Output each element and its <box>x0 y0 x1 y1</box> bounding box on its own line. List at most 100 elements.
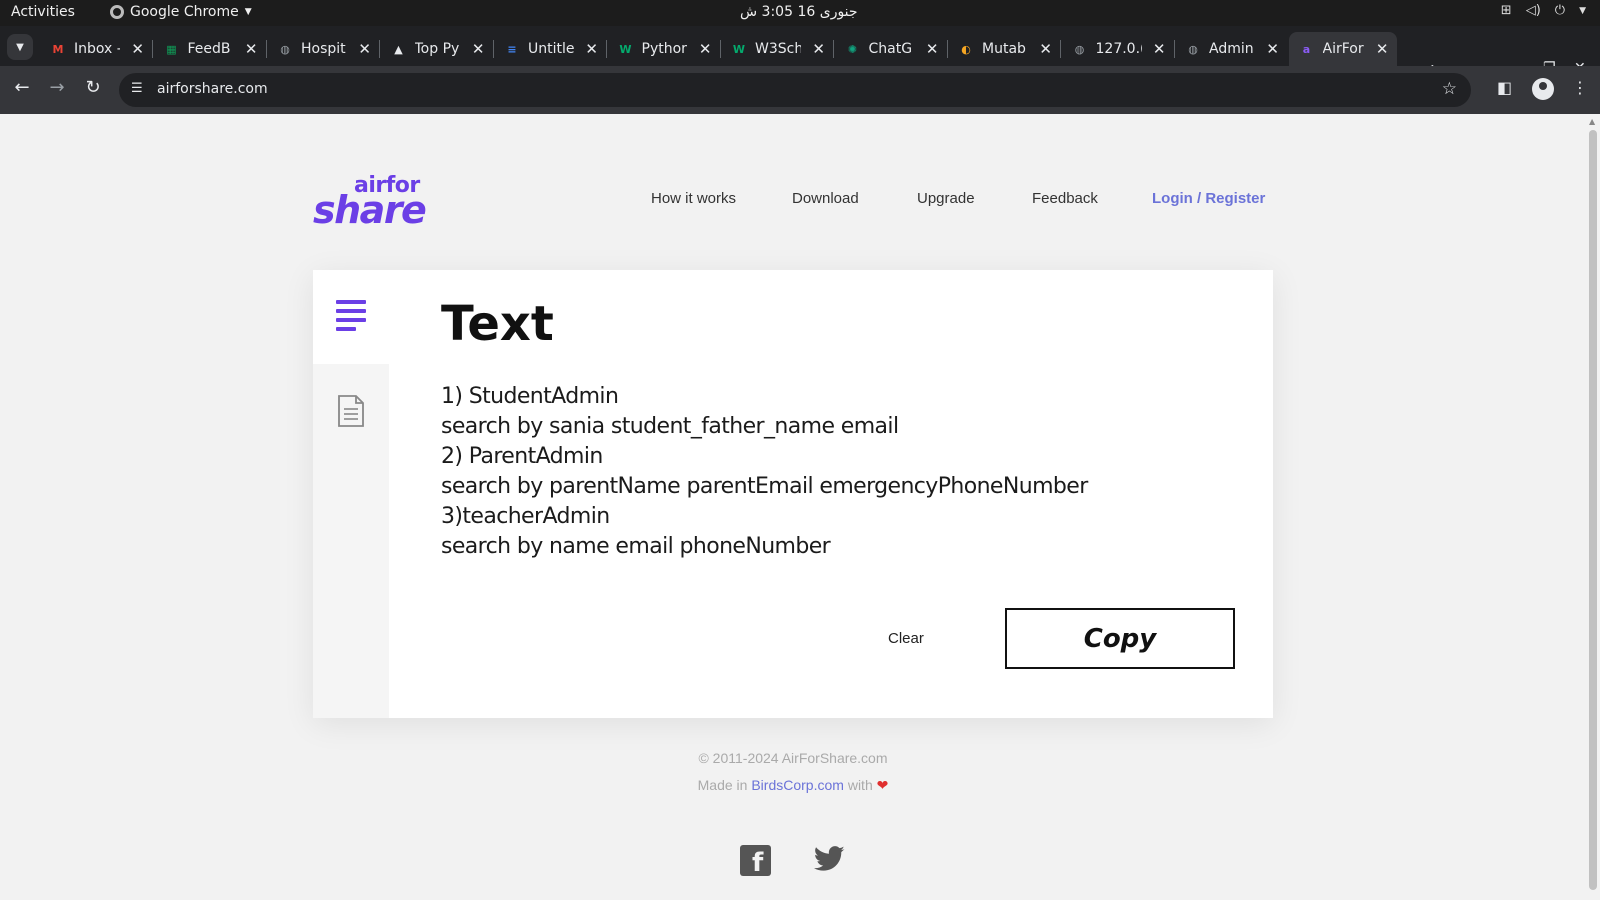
clock[interactable]: جنوری 16 3:05 ش <box>740 4 858 20</box>
chrome-icon <box>110 5 124 19</box>
scroll-up-icon[interactable]: ▲ <box>1589 117 1595 126</box>
page-scrollbar[interactable]: ▲ <box>1586 114 1600 900</box>
tab-title: ChatG <box>868 41 913 57</box>
text-line: 3)teacherAdmin <box>441 504 610 529</box>
close-tab-icon[interactable]: ✕ <box>1266 40 1279 58</box>
clear-button[interactable]: Clear <box>888 630 924 647</box>
browser-tab[interactable]: a AirFor ✕ <box>1288 32 1397 66</box>
twitter-icon[interactable] <box>813 845 845 877</box>
address-bar[interactable]: ☰ airforshare.com ☆ <box>119 73 1471 107</box>
text-lines-icon <box>336 300 366 334</box>
reload-button[interactable]: ↻ <box>81 77 105 98</box>
browser-tab[interactable]: ◍ Admin ✕ <box>1175 32 1287 66</box>
page-title: Text <box>441 296 554 352</box>
close-tab-icon[interactable]: ✕ <box>926 40 939 58</box>
copy-button[interactable]: Copy <box>1005 608 1235 669</box>
tab-title: Hospit <box>301 41 346 57</box>
browser-tab[interactable]: ◐ Mutab ✕ <box>948 32 1061 66</box>
heart-icon: ❤ <box>876 777 889 793</box>
logo-text-bottom: share <box>313 188 427 232</box>
with-label: with <box>843 777 877 793</box>
globe-icon: ◍ <box>1074 42 1085 56</box>
tab-title: Untitle <box>528 41 574 57</box>
profile-avatar[interactable] <box>1532 78 1554 100</box>
close-tab-icon[interactable]: ✕ <box>1039 40 1052 58</box>
system-top-bar: Activities Google Chrome ▼ جنوری 16 3:05… <box>0 0 1600 26</box>
close-tab-icon[interactable]: ✕ <box>1153 40 1166 58</box>
browser-tab[interactable]: ▲ Top Py ✕ <box>381 32 494 66</box>
url-text[interactable]: airforshare.com <box>157 81 268 97</box>
chevron-down-icon: ▼ <box>1579 5 1586 16</box>
nav-login-register[interactable]: Login / Register <box>1152 190 1265 207</box>
docs-icon: ≡ <box>507 42 517 56</box>
made-in-label: Made in <box>697 777 752 793</box>
close-tab-icon[interactable]: ✕ <box>699 40 712 58</box>
forward-button[interactable]: → <box>45 77 69 98</box>
browser-tab[interactable]: W W3Sch ✕ <box>721 32 834 66</box>
tab-title: Mutab <box>982 41 1026 57</box>
mountain-icon: ▲ <box>394 42 403 56</box>
browser-tab[interactable]: ✺ ChatG ✕ <box>835 32 948 66</box>
close-tab-icon[interactable]: ✕ <box>131 40 144 58</box>
power-icon: ⏻ <box>1554 3 1566 18</box>
chevron-down-icon: ▼ <box>244 7 252 17</box>
tab-title: 127.0.( <box>1095 41 1142 57</box>
browser-tab[interactable]: M Inbox - ✕ <box>40 32 153 66</box>
bookmark-star-icon[interactable]: ☆ <box>1442 79 1457 99</box>
web-page: airfor share How it works Download Upgra… <box>0 114 1586 900</box>
browser-tab[interactable]: ◍ Hospit ✕ <box>267 32 380 66</box>
airforshare-logo[interactable]: airfor share <box>313 173 427 232</box>
airforshare-icon: a <box>1302 42 1311 56</box>
close-tab-icon[interactable]: ✕ <box>245 40 258 58</box>
side-panel-icon[interactable]: ◧ <box>1497 78 1512 97</box>
nav-download[interactable]: Download <box>792 190 859 207</box>
sidebar-item-text[interactable] <box>313 270 389 364</box>
menu-kebab-icon[interactable]: ⋮ <box>1572 78 1588 97</box>
browser-tab[interactable]: ◍ 127.0.( ✕ <box>1062 32 1175 66</box>
app-menu[interactable]: Google Chrome ▼ <box>110 4 252 20</box>
w3-icon: W <box>732 42 746 56</box>
browser-tab[interactable]: ≡ Untitle ✕ <box>494 32 607 66</box>
shared-text-area[interactable]: 1) StudentAdmin search by sania student_… <box>441 382 1088 562</box>
browser-tab[interactable]: W Pythor ✕ <box>608 32 721 66</box>
close-tab-icon[interactable]: ✕ <box>585 40 598 58</box>
system-tray[interactable]: ⊞ ◁) ⏻ ▼ <box>1501 3 1586 18</box>
globe-icon: ◍ <box>280 42 290 56</box>
close-tab-icon[interactable]: ✕ <box>358 40 371 58</box>
close-tab-icon[interactable]: ✕ <box>1376 40 1389 58</box>
app-name: Google Chrome <box>130 4 239 20</box>
activities-button[interactable]: Activities <box>11 4 75 20</box>
text-line: 1) StudentAdmin <box>441 384 619 409</box>
browser-tab[interactable]: ▦ FeedB ✕ <box>154 32 267 66</box>
card-sidebar <box>313 270 389 718</box>
nav-how-it-works[interactable]: How it works <box>651 190 736 207</box>
tab-title: Inbox - <box>74 41 120 57</box>
tab-search-button[interactable]: ▼ <box>7 34 33 60</box>
facebook-icon[interactable]: f <box>740 845 771 876</box>
close-tab-icon[interactable]: ✕ <box>472 40 485 58</box>
w3-icon: W <box>619 42 632 56</box>
nav-upgrade[interactable]: Upgrade <box>917 190 975 207</box>
tab-title: FeedB <box>187 41 231 57</box>
browser-toolbar: ← → ↻ ☰ airforshare.com ☆ ◧ ⋮ <box>0 66 1600 114</box>
scrollbar-thumb[interactable] <box>1589 130 1597 890</box>
tab-title: W3Sch <box>755 41 801 57</box>
gmail-icon: M <box>52 42 64 56</box>
sidebar-item-files[interactable] <box>337 394 365 432</box>
back-button[interactable]: ← <box>10 77 34 98</box>
mutab-icon: ◐ <box>961 42 971 56</box>
birdscorp-link[interactable]: BirdsCorp.com <box>751 777 844 793</box>
close-tab-icon[interactable]: ✕ <box>812 40 825 58</box>
text-line: search by sania student_father_name emai… <box>441 414 899 439</box>
tab-title: Top Py <box>414 41 460 57</box>
site-info-icon[interactable]: ☰ <box>131 81 143 96</box>
made-in-text: Made in BirdsCorp.com with ❤ <box>0 777 1586 794</box>
nav-feedback[interactable]: Feedback <box>1032 190 1098 207</box>
tab-strip: ▼ M Inbox - ✕ ▦ FeedB ✕ ◍ Hospit ✕ ▲ Top Py ✕ ≡ Untit… <box>0 26 1600 83</box>
text-line: search by parentName parentEmail emergen… <box>441 474 1088 499</box>
text-share-card: Text 1) StudentAdmin search by sania stu… <box>313 270 1273 718</box>
chatgpt-icon: ✺ <box>847 42 858 56</box>
network-icon: ⊞ <box>1500 3 1512 18</box>
tab-title: Pythor <box>641 41 687 57</box>
text-line: 2) ParentAdmin <box>441 444 603 469</box>
